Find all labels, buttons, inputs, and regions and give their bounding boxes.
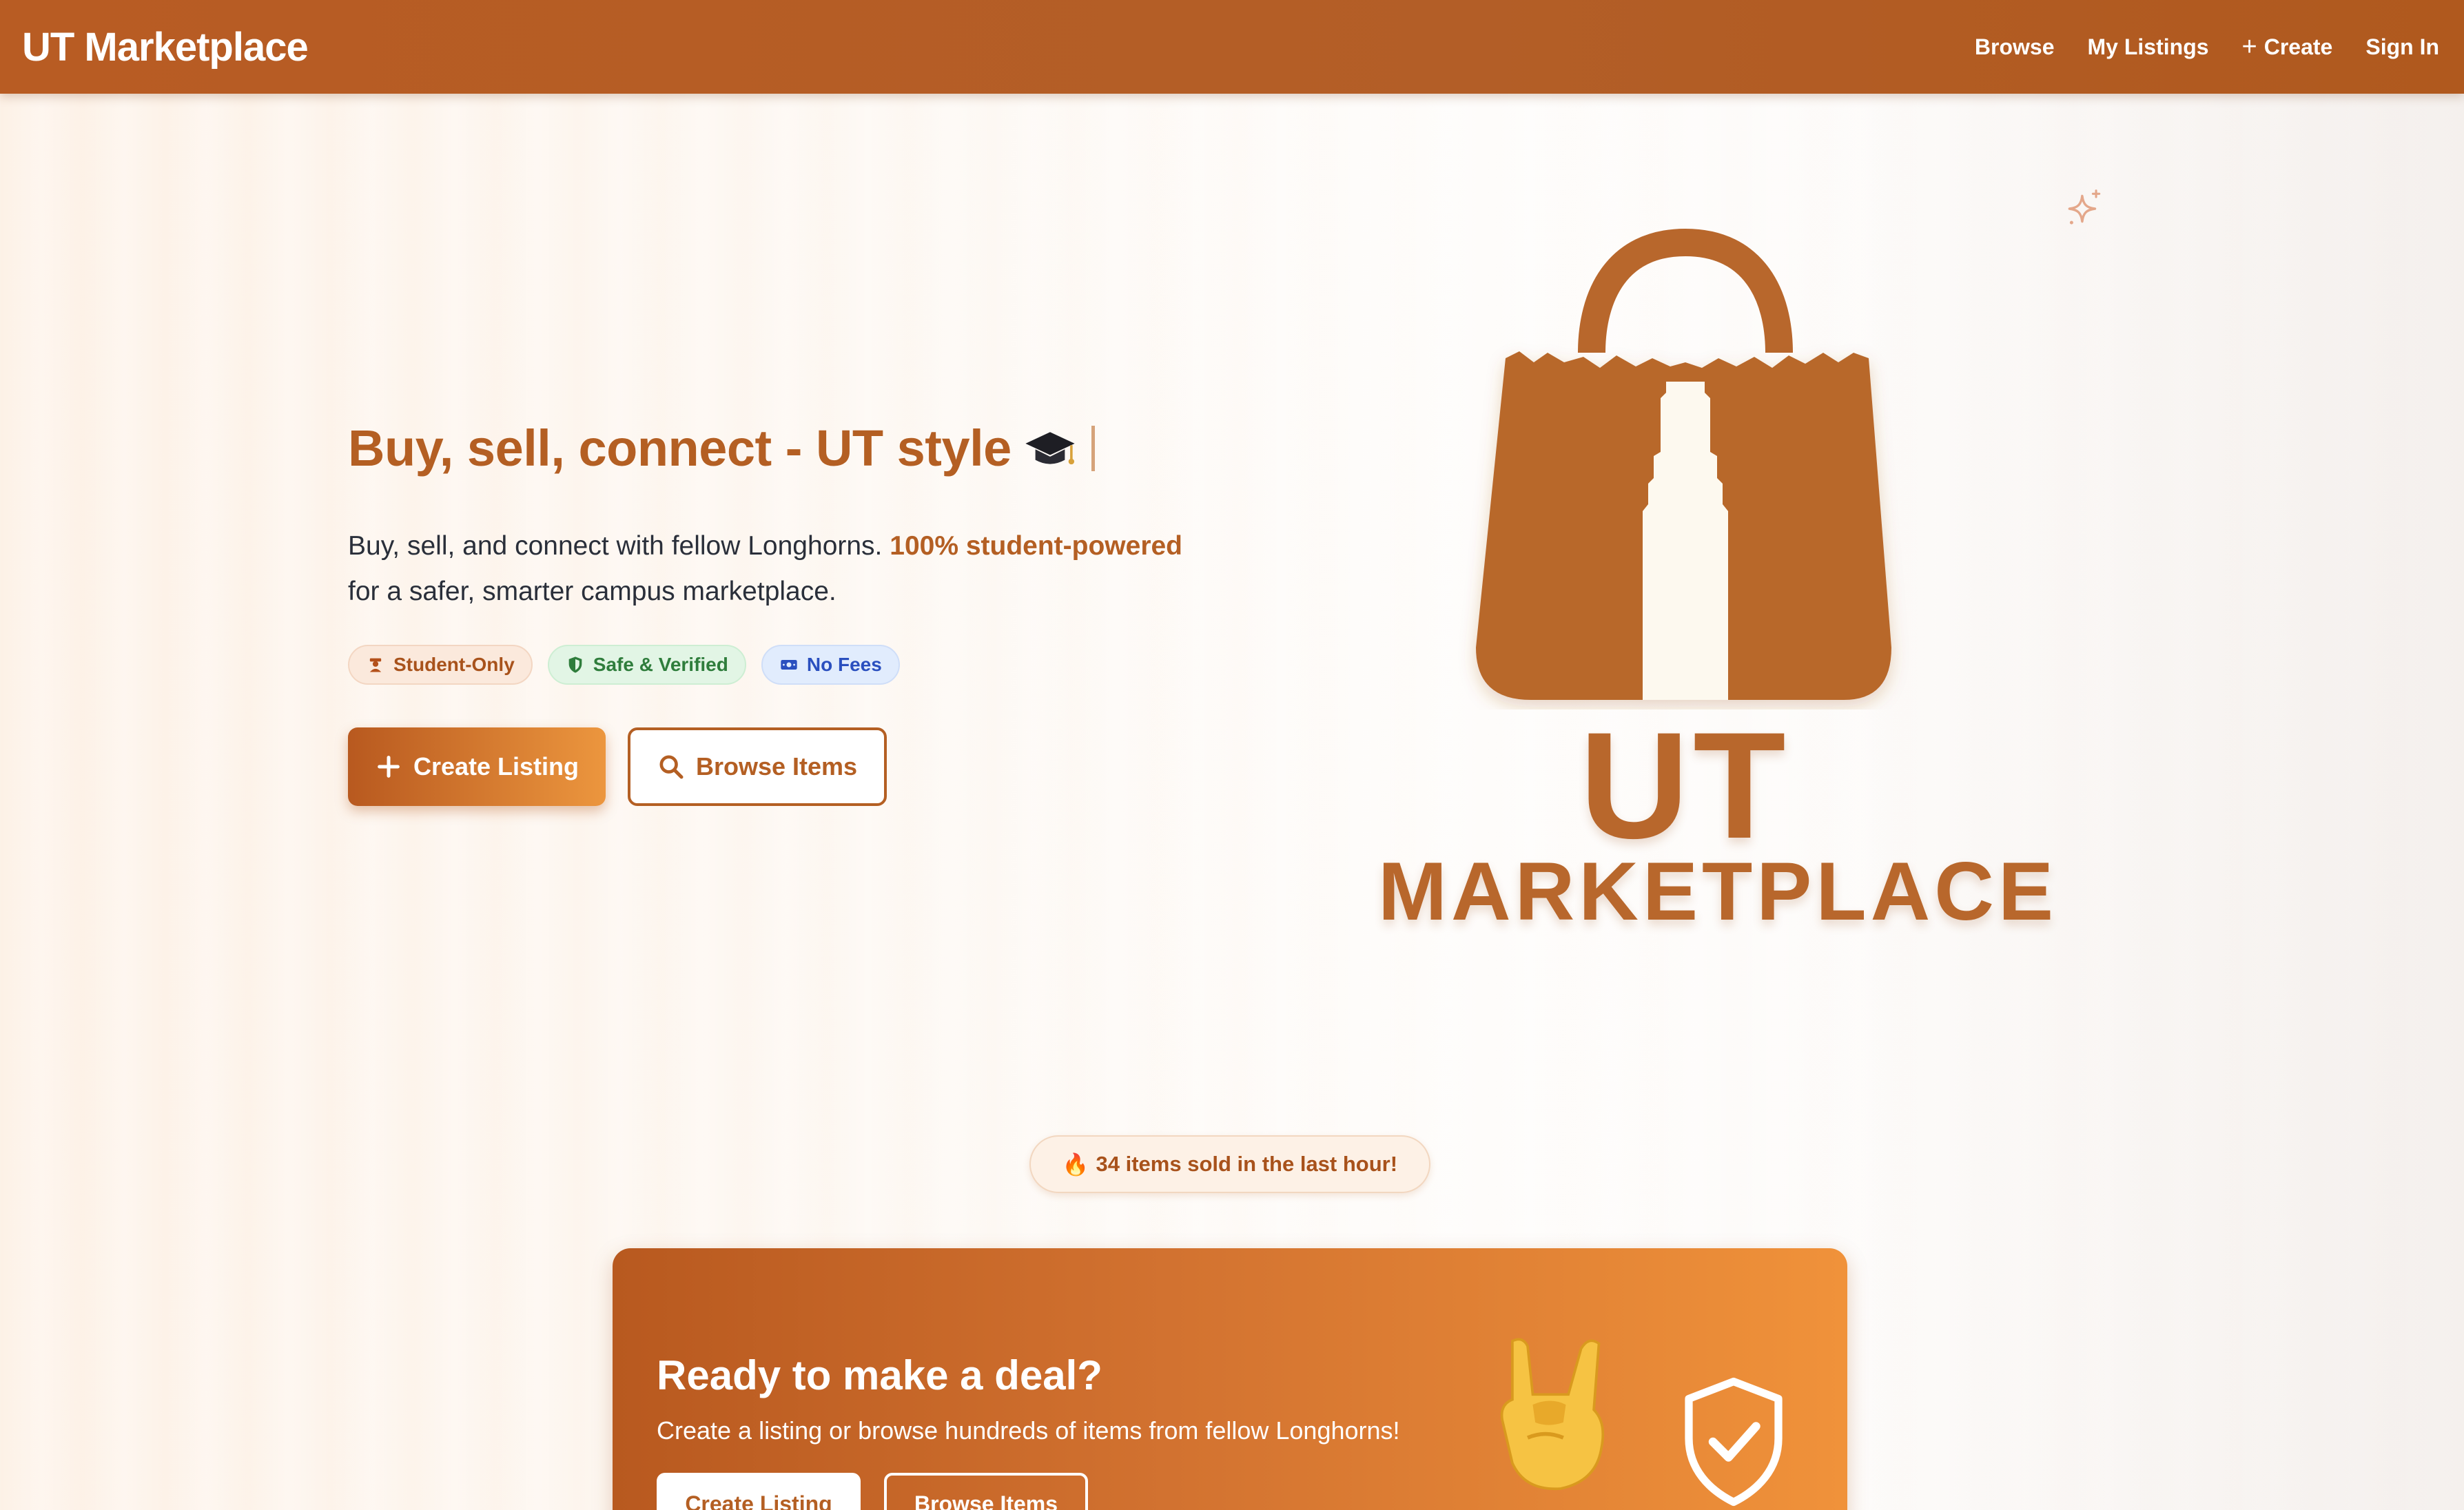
- nav-browse-link[interactable]: Browse: [1975, 34, 2055, 60]
- hero-title: Buy, sell, connect - UT style: [348, 419, 1095, 477]
- graduation-cap-icon: [1025, 431, 1075, 464]
- badge-no-fees-label: No Fees: [806, 654, 882, 675]
- nav-create-label: Create: [2263, 34, 2333, 59]
- browse-items-label: Browse Items: [695, 752, 858, 780]
- fire-icon: 🔥: [1062, 1152, 1089, 1177]
- badge-student-only-label: Student-Only: [393, 654, 515, 675]
- cta-create-listing-button[interactable]: Create Listing: [657, 1473, 861, 1510]
- recent-sales-text: 34 items sold in the last hour!: [1096, 1152, 1398, 1176]
- plus-icon: +: [2241, 32, 2257, 61]
- nav-sign-in-label: Sign In: [2365, 34, 2439, 59]
- nav-my-listings-link[interactable]: My Listings: [2088, 34, 2209, 60]
- logo-marketplace-text: MARKETPLACE: [1378, 845, 2057, 938]
- hero-description-line2: for a safer, smarter campus marketplace.: [348, 577, 836, 606]
- cta-subtitle: Create a listing or browse hundreds of i…: [657, 1416, 1400, 1445]
- money-icon: [781, 660, 797, 670]
- plus-icon: [378, 756, 400, 778]
- hero-description: Buy, sell, and connect with fellow Longh…: [348, 524, 1216, 614]
- create-listing-button[interactable]: Create Listing: [348, 727, 606, 806]
- brand-logo-link[interactable]: UT Marketplace: [22, 24, 309, 70]
- cta-title: Ready to make a deal?: [657, 1352, 1102, 1398]
- nav-sign-in-link[interactable]: Sign In: [2365, 34, 2439, 60]
- hero-title-text: Buy, sell, connect - UT style: [348, 420, 1012, 477]
- top-navbar: UT Marketplace Browse My Listings + Crea…: [0, 0, 2464, 94]
- cta-card: Ready to make a deal? Create a listing o…: [613, 1248, 1847, 1510]
- nav-links: Browse My Listings + Create Sign In: [1975, 34, 2439, 60]
- create-listing-label: Create Listing: [413, 752, 579, 780]
- badge-student-only: Student-Only: [348, 645, 533, 685]
- badge-no-fees: No Fees: [761, 645, 900, 685]
- hero-description-text: Buy, sell, and connect with fellow Longh…: [348, 531, 883, 561]
- search-icon: [659, 755, 684, 779]
- feature-badges: Student-Only Safe & Verified No Fees: [348, 645, 900, 685]
- typing-cursor: [1091, 425, 1095, 471]
- shopping-bag-tower-icon: [1476, 228, 1891, 700]
- logo-ut-text: UT: [1579, 701, 1790, 870]
- hook-em-hand-icon: [1500, 1338, 1605, 1491]
- ut-marketplace-logo: UT MARKETPLACE: [1378, 227, 2057, 944]
- student-icon: [369, 658, 382, 672]
- sparkle-icon: [2068, 189, 2101, 225]
- recent-sales-pill: 🔥 34 items sold in the last hour!: [1029, 1135, 1430, 1193]
- badge-safe-verified-label: Safe & Verified: [593, 654, 728, 675]
- shield-icon: [568, 656, 582, 673]
- shield-check-icon: [1685, 1377, 1783, 1507]
- nav-my-listings-label: My Listings: [2087, 34, 2209, 59]
- cta-browse-items-button[interactable]: Browse Items: [884, 1473, 1088, 1510]
- badge-safe-verified: Safe & Verified: [547, 645, 746, 685]
- nav-browse-label: Browse: [1974, 34, 2055, 59]
- hero-description-highlight: 100% student-powered: [890, 531, 1183, 561]
- nav-create-link[interactable]: + Create: [2242, 34, 2333, 60]
- browse-items-button[interactable]: Browse Items: [628, 727, 887, 806]
